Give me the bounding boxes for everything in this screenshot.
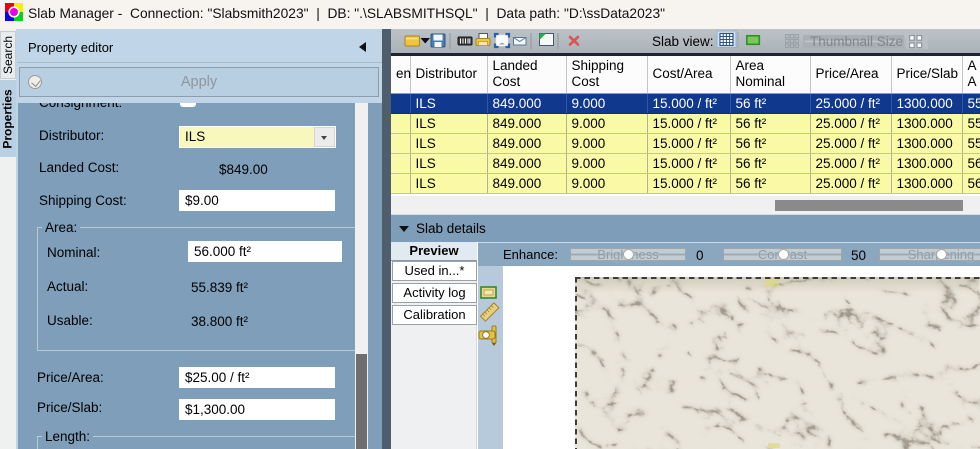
svg-text:Thumbnail Size: Thumbnail Size: [810, 34, 903, 49]
svg-text:Slab view:: Slab view:: [652, 34, 714, 49]
